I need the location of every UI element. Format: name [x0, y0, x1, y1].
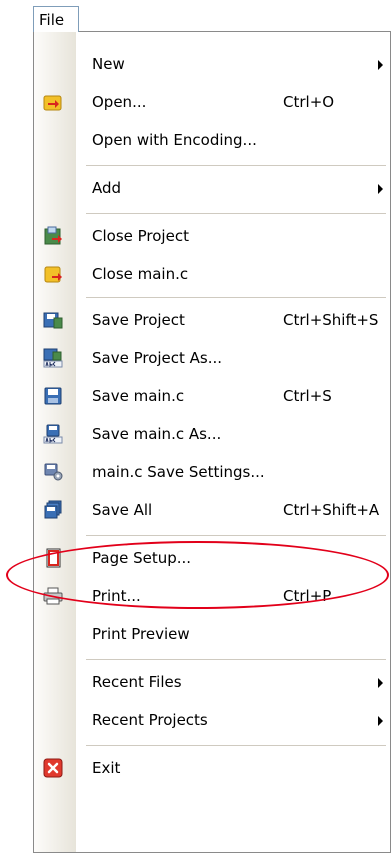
menu-separator — [86, 745, 386, 746]
menu-item-label: Save Project As... — [92, 349, 223, 367]
menu-item-open[interactable]: Open... Ctrl+O — [34, 83, 390, 121]
menu-item-save-project[interactable]: Save Project Ctrl+Shift+S — [34, 301, 390, 339]
menu-item-label: Save All — [92, 501, 153, 519]
close-project-icon — [43, 226, 63, 246]
menu-item-open-with-encoding[interactable]: Open with Encoding... — [34, 121, 390, 159]
menu-item-save-file-as[interactable]: Save main.c As... — [34, 415, 390, 453]
floppy-disk-icon — [43, 386, 63, 406]
menu-item-label: Close main.c — [92, 265, 189, 283]
menu-item-save-all[interactable]: Save All Ctrl+Shift+A — [34, 491, 390, 529]
save-settings-icon — [43, 462, 63, 482]
menu-item-label: New — [92, 55, 125, 73]
menu-item-recent-projects[interactable]: Recent Projects — [34, 701, 390, 739]
menu-item-label: Open... — [92, 93, 147, 111]
menu-item-recent-files[interactable]: Recent Files — [34, 663, 390, 701]
menu-item-save-settings[interactable]: main.c Save Settings... — [34, 453, 390, 491]
menu-item-label: Add — [92, 179, 122, 197]
submenu-arrow-icon — [378, 716, 383, 726]
close-file-icon — [43, 264, 63, 284]
menu-item-label: Recent Projects — [92, 711, 208, 729]
submenu-arrow-icon — [378, 678, 383, 688]
menu-separator — [86, 165, 386, 166]
menu-item-label: Print Preview — [92, 625, 190, 643]
menu-separator — [86, 535, 386, 536]
submenu-arrow-icon — [378, 184, 383, 194]
menu-item-exit[interactable]: Exit — [34, 749, 390, 787]
menu-item-label: Save main.c As... — [92, 425, 222, 443]
save-project-as-icon — [43, 348, 63, 368]
menu-separator — [86, 297, 386, 298]
submenu-arrow-icon — [378, 60, 383, 70]
menu-item-new[interactable]: New — [34, 45, 390, 83]
menu-item-close-project[interactable]: Close Project — [34, 217, 390, 255]
menu-item-add[interactable]: Add — [34, 169, 390, 207]
menu-item-label: Save main.c — [92, 387, 185, 405]
open-folder-icon — [43, 92, 63, 112]
file-menu-tab[interactable]: File — [33, 6, 79, 32]
menu-item-shortcut: Ctrl+Shift+S — [283, 311, 379, 329]
menu-item-shortcut: Ctrl+O — [283, 93, 335, 111]
menu-separator — [86, 659, 386, 660]
menu-separator — [86, 213, 386, 214]
file-menu-dropdown: New Open... Ctrl+O Open with Encoding...… — [33, 31, 391, 853]
menu-item-shortcut: Ctrl+S — [283, 387, 332, 405]
menu-item-label: Close Project — [92, 227, 189, 245]
file-menu-label: File — [39, 11, 65, 29]
menu-item-save-file[interactable]: Save main.c Ctrl+S — [34, 377, 390, 415]
menu-item-label: main.c Save Settings... — [92, 463, 265, 481]
menu-item-print-preview[interactable]: Print Preview — [34, 615, 390, 653]
menu-item-label: Recent Files — [92, 673, 182, 691]
exit-icon — [43, 758, 63, 778]
menu-item-shortcut: Ctrl+Shift+A — [283, 501, 380, 519]
save-as-icon — [43, 424, 63, 444]
highlight-ellipse — [6, 541, 389, 609]
menu-item-label: Save Project — [92, 311, 185, 329]
menu-item-close-file[interactable]: Close main.c — [34, 255, 390, 293]
save-all-icon — [43, 500, 63, 520]
save-project-icon — [43, 310, 63, 330]
menu-item-label: Exit — [92, 759, 121, 777]
menu-item-save-project-as[interactable]: Save Project As... — [34, 339, 390, 377]
menu-item-label: Open with Encoding... — [92, 131, 257, 149]
